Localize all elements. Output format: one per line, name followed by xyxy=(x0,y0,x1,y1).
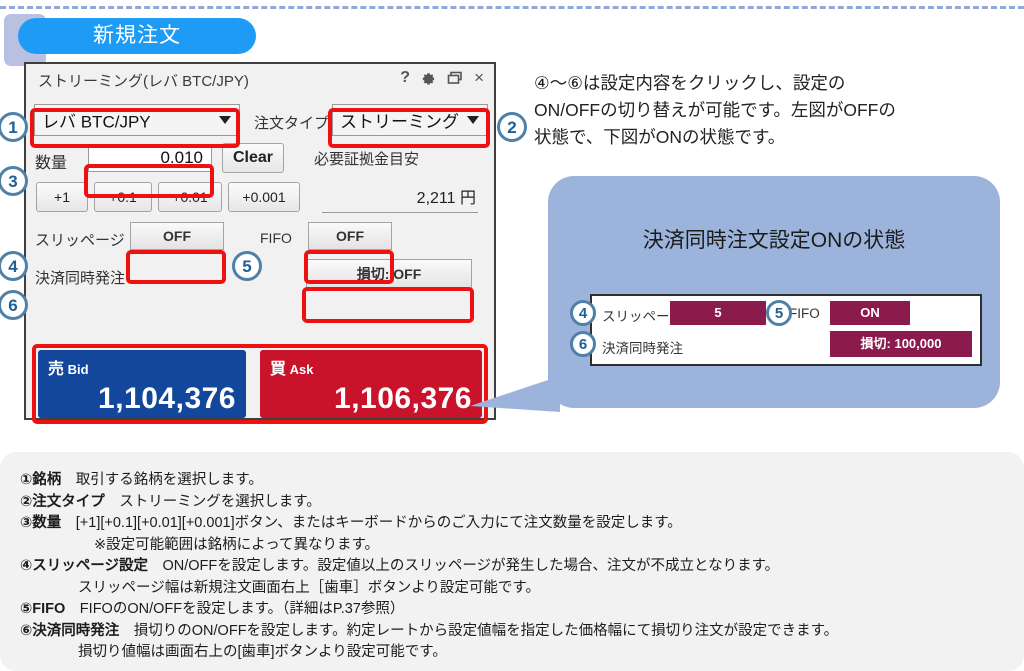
legend-term: 決済同時発注 xyxy=(32,622,120,639)
bid-rate-button[interactable]: 売 Bid 1,104,376 xyxy=(38,350,246,418)
fifo-toggle-button[interactable]: OFF xyxy=(308,222,392,250)
top-dashed-divider xyxy=(0,6,1024,9)
ask-rate-button[interactable]: 買 Ask 1,106,376 xyxy=(260,350,482,418)
instruction-line-3: 状態で、下図がONの状態です。 xyxy=(534,127,786,147)
window-title: ストリーミング(レバ BTC/JPY) xyxy=(38,73,249,90)
quantity-label: 数量 xyxy=(35,155,68,172)
bid-price: 1,104,376 xyxy=(98,382,236,415)
qty-step-plus0_1-button[interactable]: +0.1 xyxy=(94,182,152,212)
legend-text: FIFOのON/OFFを設定します。（詳細はP.37参照） xyxy=(65,601,405,617)
instruction-line-2: ON/OFFの切り替えが可能です。左図がOFFの xyxy=(534,100,896,120)
window-control-buttons: ? × xyxy=(400,68,484,88)
legend-line: 損切り値幅は画面右上の[歯車]ボタンより設定可能です。 xyxy=(20,642,1010,664)
margin-amount: 2,211 xyxy=(416,190,456,207)
legend-term: 数量 xyxy=(32,515,62,531)
legend-text: ON/OFFを設定します。設定値以上のスリッページが発生した場合、注文が不成立と… xyxy=(148,558,780,574)
qty-step-plus0_01-button[interactable]: +0.01 xyxy=(158,182,222,212)
legend-term: 銘柄 xyxy=(32,472,62,488)
gear-icon[interactable] xyxy=(421,71,436,86)
symbol-select[interactable]: レバ BTC/JPY xyxy=(34,104,240,136)
legend-text: [+1][+0.1][+0.01][+0.001]ボタン、またはキーボードからの… xyxy=(61,515,682,531)
legend-marker: ⑥ xyxy=(20,622,33,639)
slippage-toggle-button[interactable]: OFF xyxy=(130,222,224,250)
qty-step-plus1-button[interactable]: +1 xyxy=(36,182,88,212)
legend-text: ストリーミングを選択します。 xyxy=(104,493,321,510)
quantity-clear-button[interactable]: Clear xyxy=(222,143,284,173)
legend-line: ④スリッページ設定 ON/OFFを設定します。設定値以上のスリッページが発生した… xyxy=(20,556,1010,578)
legend-text: 取引する銘柄を選択します。 xyxy=(61,472,263,488)
legend-marker: ② xyxy=(20,493,33,510)
legend-term: 注文タイプ xyxy=(32,493,105,510)
legend-list: ①銘柄 取引する銘柄を選択します。 ②注文タイプ ストリーミングを選択します。 ③数… xyxy=(20,470,1010,664)
legend-line: ⑤FIFO FIFOのON/OFFを設定します。（詳細はP.37参照） xyxy=(20,599,1010,621)
bid-heading-jp: 売 xyxy=(48,361,65,378)
order-type-value: ストリーミング xyxy=(340,112,459,132)
legend-line: ⑥決済同時発注 損切りのON/OFFを設定します。約定レートから設定値幅を指定し… xyxy=(20,621,1010,643)
legend-line: ※設定可能範囲は銘柄によって異なります。 xyxy=(20,535,1010,557)
margin-unit: 円 xyxy=(459,190,476,207)
legend-panel: ①銘柄 取引する銘柄を選択します。 ②注文タイプ ストリーミングを選択します。 ③数… xyxy=(0,452,1024,671)
ask-price: 1,106,376 xyxy=(334,382,472,415)
callout-bubble-title: 決済同時注文設定ONの状態 xyxy=(642,229,906,252)
margin-underline xyxy=(322,212,478,213)
on-callout-number-6: 6 xyxy=(570,331,596,357)
bid-heading-en: Bid xyxy=(67,362,89,377)
legend-line: ①銘柄 取引する銘柄を選択します。 xyxy=(20,470,1010,492)
callout-bubble: 決済同時注文設定ONの状態 xyxy=(548,176,1000,408)
ask-heading: 買 Ask xyxy=(270,355,314,379)
callout-number-2: 2 xyxy=(497,112,527,142)
required-margin-label: 必要証拠金目安 xyxy=(314,151,420,168)
on-stoploss-value-button[interactable]: 損切: 100,000 xyxy=(830,331,972,357)
legend-term: FIFO xyxy=(32,601,66,617)
restore-window-icon[interactable] xyxy=(447,71,463,85)
bid-heading: 売 Bid xyxy=(48,355,89,379)
instruction-text: ④～⑥は設定内容をクリックし、設定の ON/OFFの切り替えが可能です。左図がO… xyxy=(534,70,1010,151)
qty-step-plus0_001-button[interactable]: +0.001 xyxy=(228,182,300,212)
slippage-label: スリッページ xyxy=(35,232,125,249)
on-slippage-value-button[interactable]: 5 xyxy=(670,301,766,325)
order-type-label: 注文タイプ xyxy=(254,115,330,132)
legend-marker: ④ xyxy=(20,558,33,574)
section-tab-new-order: 新規注文 xyxy=(18,18,256,54)
order-type-select[interactable]: ストリーミング xyxy=(332,104,488,136)
callout-bubble-tail xyxy=(470,376,560,412)
bid-ask-rate-panel: 売 Bid 1,104,376 買 Ask 1,106,376 xyxy=(38,350,482,418)
callout-number-5: 5 xyxy=(232,251,262,281)
ask-heading-jp: 買 xyxy=(270,361,287,378)
chevron-down-icon xyxy=(467,116,479,124)
legend-marker: ⑤ xyxy=(20,601,33,617)
legend-line: ②注文タイプ ストリーミングを選択します。 xyxy=(20,492,1010,514)
stoploss-toggle-button[interactable]: 損切: OFF xyxy=(306,259,472,289)
ask-heading-en: Ask xyxy=(289,362,314,377)
legend-line: スリッページ幅は新規注文画面右上［歯車］ボタンより設定可能です。 xyxy=(20,578,1010,600)
legend-text: 損切りのON/OFFを設定します。約定レートから設定値幅を指定した価格幅にて損切… xyxy=(119,622,839,639)
on-settle-label: 決済同時発注 xyxy=(602,341,683,356)
legend-marker: ① xyxy=(20,472,33,488)
required-margin-value: 2,211 円 xyxy=(326,184,476,208)
window-titlebar: ストリーミング(レバ BTC/JPY) ? × xyxy=(26,64,494,97)
symbol-select-value: レバ BTC/JPY xyxy=(42,112,151,132)
on-callout-number-5: 5 xyxy=(766,300,792,326)
legend-text: ※設定可能範囲は銘柄によって異なります。 xyxy=(94,536,380,553)
close-icon[interactable]: × xyxy=(474,68,484,88)
on-fifo-value-button[interactable]: ON xyxy=(830,301,910,325)
legend-text: スリッページ幅は新規注文画面右上［歯車］ボタンより設定可能です。 xyxy=(78,579,540,596)
legend-text: 損切り値幅は画面右上の[歯車]ボタンより設定可能です。 xyxy=(78,644,447,660)
on-fifo-label: FIFO xyxy=(789,306,820,321)
legend-marker: ③ xyxy=(20,515,33,531)
chevron-down-icon xyxy=(219,116,231,124)
legend-term: スリッページ設定 xyxy=(32,558,148,574)
on-callout-number-4: 4 xyxy=(570,300,596,326)
instruction-line-1: ④～⑥は設定内容をクリックし、設定の xyxy=(534,73,846,93)
help-icon[interactable]: ? xyxy=(400,68,410,88)
settle-simultaneous-label: 決済同時発注 xyxy=(35,270,126,287)
quantity-input[interactable]: 0.010 xyxy=(88,144,212,172)
legend-line: ③数量 [+1][+0.1][+0.01][+0.001]ボタン、またはキーボー… xyxy=(20,513,1010,535)
fifo-label: FIFO xyxy=(260,230,292,246)
